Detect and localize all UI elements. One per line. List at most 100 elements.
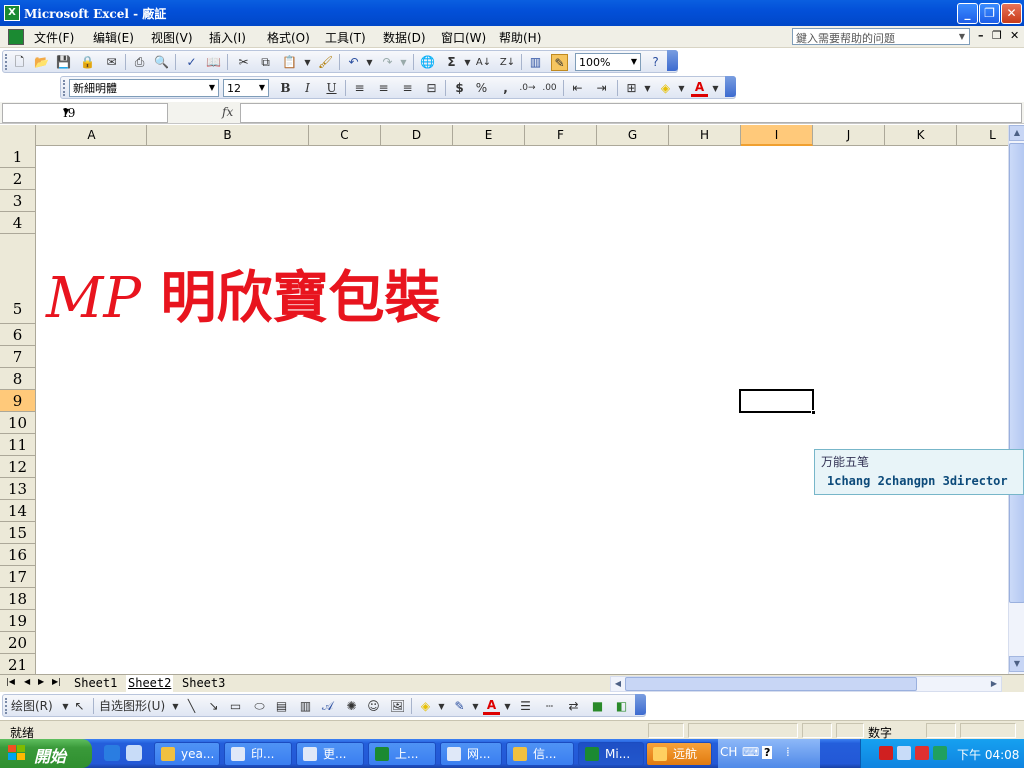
row-header[interactable]: 5 (0, 234, 36, 324)
chevron-down-icon[interactable]: ▼ (206, 80, 218, 96)
align-right-icon[interactable]: ≡ (399, 80, 416, 97)
row-header[interactable]: 9 (0, 390, 36, 412)
chevron-down-icon[interactable]: ▼ (256, 80, 268, 96)
format-painter-icon[interactable]: 🖌 (317, 54, 334, 71)
sort-descending-icon[interactable]: Z↓ (499, 54, 516, 71)
prev-sheet-icon[interactable]: ◀ (24, 677, 30, 686)
font-color-icon[interactable]: A (691, 80, 708, 97)
fill-handle[interactable] (811, 410, 816, 415)
tab-sheet3[interactable]: Sheet3 (180, 675, 227, 692)
percent-button[interactable]: % (473, 80, 490, 97)
row-header[interactable]: 18 (0, 588, 36, 610)
chevron-down-icon[interactable]: ▼ (299, 54, 316, 71)
cut-icon[interactable]: ✂ (235, 54, 252, 71)
row-header[interactable]: 2 (0, 168, 36, 190)
row-header[interactable]: 7 (0, 346, 36, 368)
arrow-style-icon[interactable]: ⇄ (565, 698, 582, 715)
line-color-icon[interactable]: ✎ (451, 698, 468, 715)
line-style-icon[interactable]: ☰ (517, 698, 534, 715)
chevron-down-icon[interactable]: ▼ (459, 54, 476, 71)
menu-view[interactable]: 视图(V) (151, 29, 193, 46)
chevron-down-icon[interactable]: ▼ (639, 80, 656, 97)
increase-indent-icon[interactable]: ⇥ (593, 80, 610, 97)
toolbar-grip[interactable] (5, 54, 8, 70)
select-all-corner[interactable] (0, 125, 36, 146)
chevron-down-icon[interactable]: ▼ (467, 698, 484, 715)
align-center-icon[interactable]: ≡ (375, 80, 392, 97)
oval-icon[interactable]: ⬭ (251, 698, 268, 715)
save-icon[interactable]: 💾 (55, 54, 72, 71)
chevron-down-icon[interactable]: ▼ (673, 80, 690, 97)
row-header[interactable]: 16 (0, 544, 36, 566)
chevron-down-icon[interactable]: ▼ (361, 54, 378, 71)
chevron-down-icon[interactable]: ▼ (395, 54, 412, 71)
autoshapes-button[interactable]: 自选图形(U) (99, 698, 173, 715)
comma-button[interactable]: , (497, 80, 514, 97)
open-icon[interactable]: 📂 (33, 54, 50, 71)
print-preview-icon[interactable]: 🔍 (153, 54, 170, 71)
line-icon[interactable]: ╲ (183, 698, 200, 715)
formula-input[interactable] (240, 103, 1022, 123)
row-header[interactable]: 15 (0, 522, 36, 544)
chevron-down-icon[interactable]: ▼ (433, 698, 450, 715)
autosum-icon[interactable]: Σ (443, 54, 460, 71)
sort-ascending-icon[interactable]: A↓ (475, 54, 492, 71)
wordart-icon[interactable]: 𝒜 (319, 698, 336, 715)
column-header-j[interactable]: J (813, 125, 885, 146)
insert-function-button[interactable]: fx (222, 105, 233, 119)
vertical-scroll-thumb[interactable] (1009, 143, 1024, 603)
column-header-h[interactable]: H (669, 125, 741, 146)
column-header-g[interactable]: G (597, 125, 669, 146)
column-header-k[interactable]: K (885, 125, 957, 146)
task-mail[interactable]: 信... (506, 742, 574, 766)
chevron-down-icon[interactable]: ▼ (499, 698, 516, 715)
scroll-left-icon[interactable]: ◀ (611, 677, 625, 691)
zoom-select[interactable]: 100% ▼ (575, 53, 641, 71)
row-header[interactable]: 13 (0, 478, 36, 500)
clipart-icon[interactable]: ☺ (365, 698, 382, 715)
increase-decimal-icon[interactable]: .0→ (519, 80, 536, 97)
column-header-d[interactable]: D (381, 125, 453, 146)
toolbar-options-icon[interactable] (725, 76, 736, 97)
restore-button[interactable]: ❐ (979, 3, 1000, 24)
row-header[interactable]: 12 (0, 456, 36, 478)
new-icon[interactable]: 🗋 (11, 54, 28, 71)
language-bar[interactable]: CH ⌨ ? ⁞ (718, 739, 820, 768)
decrease-indent-icon[interactable]: ⇤ (569, 80, 586, 97)
scroll-down-icon[interactable]: ▼ (1009, 656, 1024, 672)
dash-style-icon[interactable]: ┄ (541, 698, 558, 715)
chevron-down-icon[interactable]: ▼ (707, 80, 724, 97)
toolbar-options-icon[interactable] (635, 694, 646, 715)
scroll-right-icon[interactable]: ▶ (987, 677, 1001, 691)
column-header-e[interactable]: E (453, 125, 525, 146)
vertical-scrollbar[interactable]: ▲ ▼ (1008, 125, 1024, 674)
menu-file[interactable]: 文件(F) (34, 29, 74, 46)
chevron-down-icon[interactable]: ▼ (167, 698, 184, 715)
task-web[interactable]: 网... (440, 742, 502, 766)
menu-data[interactable]: 数据(D) (383, 29, 426, 46)
picture-icon[interactable]: 🖼 (389, 698, 406, 715)
document-icon[interactable] (8, 29, 24, 45)
font-color-icon[interactable]: A (483, 698, 500, 715)
diagram-icon[interactable]: ✺ (343, 698, 360, 715)
row-header[interactable]: 19 (0, 610, 36, 632)
borders-icon[interactable]: ⊞ (623, 80, 640, 97)
security-icon[interactable] (915, 746, 929, 760)
research-icon[interactable]: 📖 (205, 54, 222, 71)
next-sheet-icon[interactable]: ▶ (38, 677, 44, 686)
row-header[interactable]: 6 (0, 324, 36, 346)
network-icon[interactable] (897, 746, 911, 760)
row-header[interactable]: 8 (0, 368, 36, 390)
options-icon[interactable]: ⁞ (786, 745, 790, 759)
drawing-icon[interactable]: ✎ (551, 54, 568, 71)
chevron-down-icon[interactable]: ▼ (628, 54, 640, 70)
chevron-down-icon[interactable]: ▼ (955, 29, 969, 44)
task-update[interactable]: 更... (296, 742, 364, 766)
fill-color-icon[interactable]: ◈ (417, 698, 434, 715)
redo-icon[interactable]: ↷ (379, 54, 396, 71)
scroll-up-icon[interactable]: ▲ (1009, 125, 1024, 141)
task-microsoft-excel[interactable]: Mi... (578, 742, 644, 766)
toolbar-options-icon[interactable] (667, 50, 678, 71)
ie-icon[interactable] (104, 745, 120, 761)
fill-color-icon[interactable]: ◈ (657, 80, 674, 97)
